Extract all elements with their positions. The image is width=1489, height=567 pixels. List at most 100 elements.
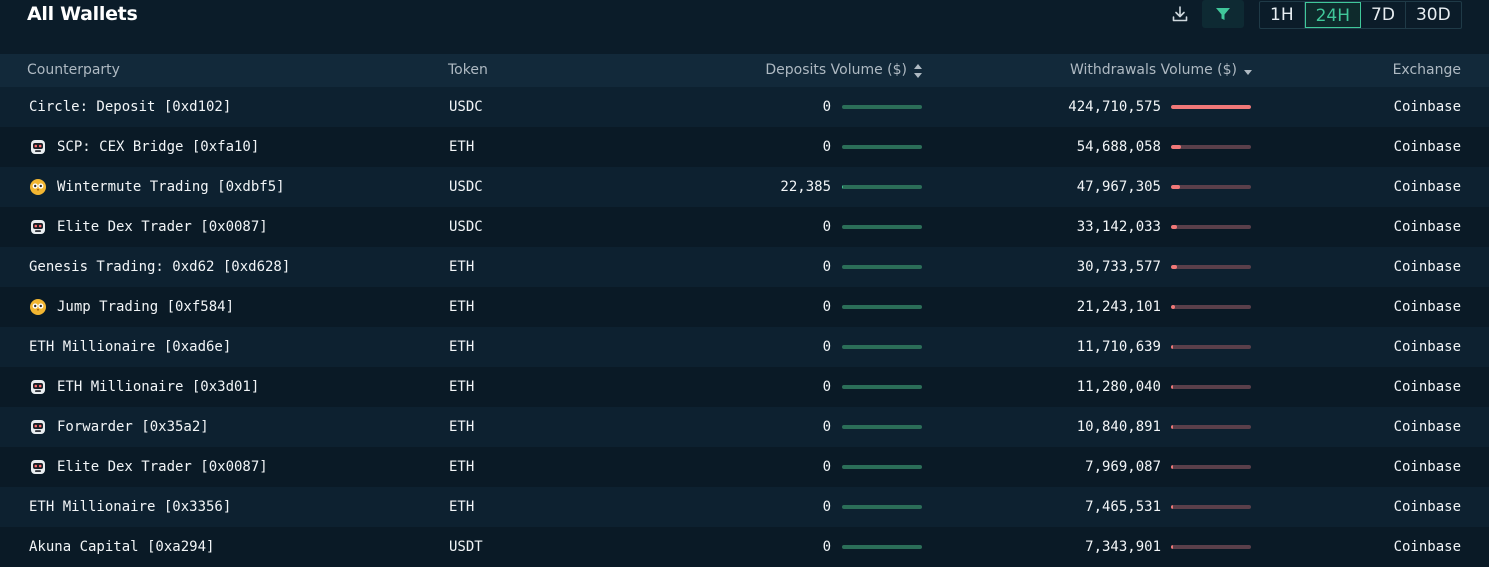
token-cell: ETH: [449, 299, 475, 315]
counterparty-cell[interactable]: Elite Dex Trader [0x0087]: [29, 447, 268, 487]
deposit-value: 0: [822, 539, 831, 555]
page-title: All Wallets: [27, 3, 138, 25]
counterparty-cell[interactable]: SCP: CEX Bridge [0xfa10]: [29, 127, 259, 167]
timeframe-7d[interactable]: 7D: [1361, 2, 1406, 28]
counterparty-label: Forwarder [0x35a2]: [57, 419, 209, 435]
withdraw-bar: [1171, 465, 1251, 469]
deposit-bar-fill: [842, 185, 843, 189]
robot-icon: [31, 140, 45, 154]
counterparty-cell[interactable]: Elite Dex Trader [0x0087]: [29, 207, 268, 247]
robot-icon: [31, 420, 45, 434]
withdraw-value: 11,280,040: [1076, 379, 1161, 395]
exchange-cell[interactable]: Coinbase: [1394, 487, 1461, 527]
withdraw-bar-fill: [1171, 105, 1251, 109]
token-cell: USDC: [449, 179, 483, 195]
counterparty-cell[interactable]: Wintermute Trading [0xdbf5]: [29, 167, 285, 207]
withdraw-bar: [1171, 265, 1251, 269]
counterparty-label: ETH Millionaire [0xad6e]: [29, 339, 232, 355]
timeframe-selector: 1H 24H 7D 30D: [1259, 1, 1462, 29]
exchange-cell[interactable]: Coinbase: [1394, 327, 1461, 367]
timeframe-1h[interactable]: 1H: [1260, 2, 1305, 28]
counterparty-label: Wintermute Trading [0xdbf5]: [57, 179, 285, 195]
withdraw-value: 47,967,305: [1076, 179, 1161, 195]
token-cell: ETH: [449, 339, 475, 355]
withdraw-value: 10,840,891: [1076, 419, 1161, 435]
exchange-cell[interactable]: Coinbase: [1394, 207, 1461, 247]
exchange-cell[interactable]: Coinbase: [1394, 87, 1461, 127]
deposit-value: 22,385: [780, 179, 831, 195]
withdraw-bar-fill: [1171, 185, 1181, 189]
counterparty-cell[interactable]: Circle: Deposit [0xd102]: [29, 87, 231, 127]
token-cell: ETH: [449, 499, 475, 515]
deposit-value: 0: [822, 139, 831, 155]
deposit-bar: [842, 465, 922, 469]
counterparty-cell[interactable]: ETH Millionaire [0x3356]: [29, 487, 231, 527]
counterparty-label: ETH Millionaire [0x3356]: [29, 499, 232, 515]
table-row[interactable]: Elite Dex Trader [0x0087] ETH 0 7,969,08…: [0, 447, 1489, 487]
withdraw-bar-fill: [1171, 265, 1177, 269]
counterparty-cell[interactable]: ETH Millionaire [0xad6e]: [29, 327, 231, 367]
withdraw-value: 7,465,531: [1085, 499, 1161, 515]
filter-button[interactable]: [1202, 0, 1244, 28]
withdraw-bar-fill: [1171, 305, 1175, 309]
exchange-cell[interactable]: Coinbase: [1394, 287, 1461, 327]
counterparty-cell[interactable]: Forwarder [0x35a2]: [29, 407, 209, 447]
withdraw-bar: [1171, 425, 1251, 429]
withdraw-bar: [1171, 145, 1251, 149]
table-row[interactable]: Elite Dex Trader [0x0087] USDC 0 33,142,…: [0, 207, 1489, 247]
exchange-cell[interactable]: Coinbase: [1394, 527, 1461, 567]
robot-icon: [31, 220, 45, 234]
deposit-value: 0: [822, 379, 831, 395]
withdraw-bar-fill: [1171, 425, 1174, 429]
withdraw-value: 7,343,901: [1085, 539, 1161, 555]
table-body: Circle: Deposit [0xd102] USDC 0 424,710,…: [0, 87, 1489, 567]
exchange-cell[interactable]: Coinbase: [1394, 447, 1461, 487]
counterparty-label: SCP: CEX Bridge [0xfa10]: [57, 139, 260, 155]
withdraw-value: 11,710,639: [1076, 339, 1161, 355]
counterparty-label: ETH Millionaire [0x3d01]: [57, 379, 260, 395]
column-header-deposits[interactable]: Deposits Volume ($): [765, 54, 923, 87]
table-row[interactable]: Circle: Deposit [0xd102] USDC 0 424,710,…: [0, 87, 1489, 127]
exchange-cell[interactable]: Coinbase: [1394, 247, 1461, 287]
exchange-cell[interactable]: Coinbase: [1394, 167, 1461, 207]
column-header-token[interactable]: Token: [448, 54, 488, 87]
deposit-bar: [842, 185, 922, 189]
table-row[interactable]: ETH Millionaire [0x3d01] ETH 0 11,280,04…: [0, 367, 1489, 407]
table-row[interactable]: Akuna Capital [0xa294] USDT 0 7,343,901 …: [0, 527, 1489, 567]
timeframe-24h[interactable]: 24H: [1304, 2, 1362, 28]
token-cell: ETH: [449, 379, 475, 395]
table-row[interactable]: ETH Millionaire [0xad6e] ETH 0 11,710,63…: [0, 327, 1489, 367]
download-button[interactable]: [1162, 0, 1198, 28]
table-row[interactable]: SCP: CEX Bridge [0xfa10] ETH 0 54,688,05…: [0, 127, 1489, 167]
table-row[interactable]: ETH Millionaire [0x3356] ETH 0 7,465,531…: [0, 487, 1489, 527]
column-header-counterparty[interactable]: Counterparty: [27, 54, 120, 87]
column-header-withdrawals[interactable]: Withdrawals Volume ($): [1070, 54, 1253, 87]
counterparty-cell[interactable]: Genesis Trading: 0xd62 [0xd628]: [29, 247, 290, 287]
table-row[interactable]: Genesis Trading: 0xd62 [0xd628] ETH 0 30…: [0, 247, 1489, 287]
table-row[interactable]: Jump Trading [0xf584] ETH 0 21,243,101 C…: [0, 287, 1489, 327]
withdraw-bar: [1171, 385, 1251, 389]
counterparty-cell[interactable]: Akuna Capital [0xa294]: [29, 527, 214, 567]
deposit-value: 0: [822, 299, 831, 315]
counterparty-cell[interactable]: Jump Trading [0xf584]: [29, 287, 234, 327]
token-cell: ETH: [449, 459, 475, 475]
deposit-bar: [842, 345, 922, 349]
withdraw-bar: [1171, 545, 1251, 549]
exchange-cell[interactable]: Coinbase: [1394, 407, 1461, 447]
exchange-cell[interactable]: Coinbase: [1394, 127, 1461, 167]
table-row[interactable]: Wintermute Trading [0xdbf5] USDC 22,385 …: [0, 167, 1489, 207]
robot-icon: [31, 380, 45, 394]
counterparty-cell[interactable]: ETH Millionaire [0x3d01]: [29, 367, 259, 407]
timeframe-30d[interactable]: 30D: [1406, 2, 1461, 28]
withdraw-value: 54,688,058: [1076, 139, 1161, 155]
column-header-exchange[interactable]: Exchange: [1393, 54, 1461, 87]
deposit-value: 0: [822, 459, 831, 475]
withdraw-bar-fill: [1171, 345, 1174, 349]
exchange-cell[interactable]: Coinbase: [1394, 367, 1461, 407]
withdraw-bar-fill: [1171, 465, 1173, 469]
withdraw-value: 30,733,577: [1076, 259, 1161, 275]
token-cell: ETH: [449, 139, 475, 155]
token-cell: USDT: [449, 539, 483, 555]
withdraw-value: 7,969,087: [1085, 459, 1161, 475]
table-row[interactable]: Forwarder [0x35a2] ETH 0 10,840,891 Coin…: [0, 407, 1489, 447]
